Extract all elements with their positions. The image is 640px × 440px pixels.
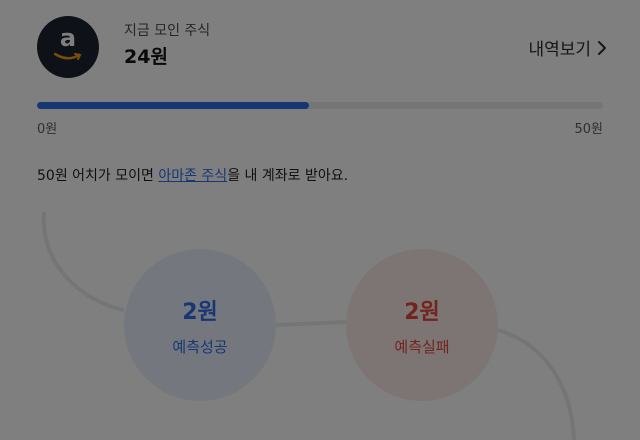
progress-fill: [37, 102, 309, 109]
amazon-stock-link[interactable]: 아마존 주식: [158, 168, 227, 184]
left-arc: [41, 211, 125, 312]
prediction-success-circle[interactable]: 2원 예측성공: [124, 249, 276, 401]
description-after: 을 내 계좌로 받아요.: [227, 168, 349, 184]
description-before: 50원 어치가 모이면: [37, 168, 159, 184]
middle-connector: [275, 320, 347, 327]
right-arc: [497, 328, 576, 440]
description-text: 50원 어치가 모이면 아마존 주식을 내 계좌로 받아요.: [37, 165, 348, 185]
chevron-right-icon: [598, 40, 606, 55]
progress-min-label: 0원: [37, 122, 58, 137]
progress-max-label: 50원: [574, 122, 603, 137]
history-link-label: 내역보기: [528, 40, 591, 60]
prediction-fail-label: 예측실패: [394, 337, 450, 356]
amazon-logo-icon: a: [37, 16, 99, 78]
collected-stock-label: 지금 모인 주식: [124, 23, 211, 39]
history-link[interactable]: 내역보기: [528, 35, 607, 60]
decorative-arcs: [41, 211, 576, 440]
stock-collection-screen: a 지금 모인 주식 24원 내역보기 0원 50원 50원 어치가 모이면 아…: [0, 0, 640, 440]
prediction-fail-value: 2원: [404, 299, 440, 325]
logo-smile: [54, 52, 82, 60]
progress-track: [37, 102, 603, 109]
prediction-fail-circle[interactable]: 2원 예측실패: [346, 249, 498, 401]
logo-letter: a: [59, 24, 77, 52]
prediction-success-value: 2원: [182, 299, 218, 325]
prediction-success-label: 예측성공: [172, 337, 228, 356]
collected-amount: 24원: [124, 46, 168, 68]
